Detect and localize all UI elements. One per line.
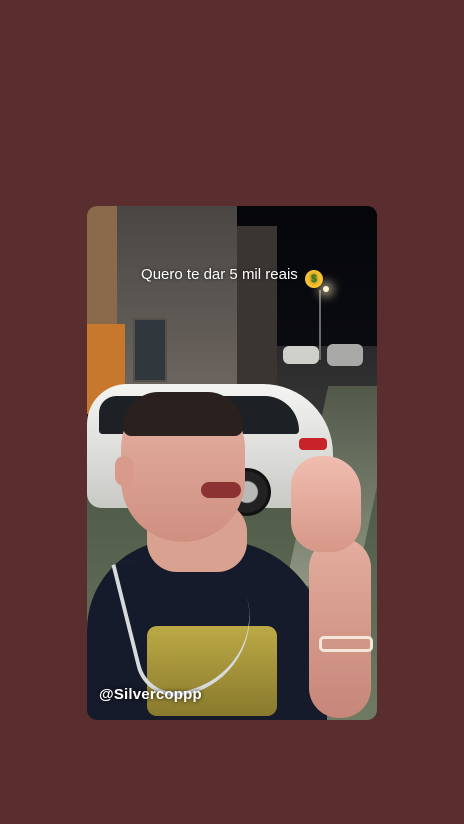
caption-text: Quero te dar 5 mil reais bbox=[141, 266, 298, 283]
person-mouth bbox=[201, 482, 241, 498]
house-window bbox=[133, 318, 167, 382]
car-tail-light bbox=[299, 438, 327, 450]
person-hair bbox=[123, 392, 243, 436]
story-caption: Quero te dar 5 mil reais $ bbox=[87, 264, 377, 288]
username-watermark: @Silvercoppp bbox=[99, 686, 202, 703]
street-light-pole bbox=[319, 290, 321, 360]
parked-car-far bbox=[327, 344, 363, 366]
house-side-wall bbox=[237, 226, 277, 396]
parked-car-distant bbox=[283, 346, 319, 364]
person-hand bbox=[291, 456, 361, 552]
person-arm bbox=[309, 538, 371, 718]
bracelet bbox=[319, 636, 373, 652]
story-media[interactable]: Quero te dar 5 mil reais $ @Silvercoppp bbox=[87, 206, 377, 720]
person-ear bbox=[115, 456, 133, 486]
money-mouth-face-icon: $ bbox=[304, 270, 323, 288]
